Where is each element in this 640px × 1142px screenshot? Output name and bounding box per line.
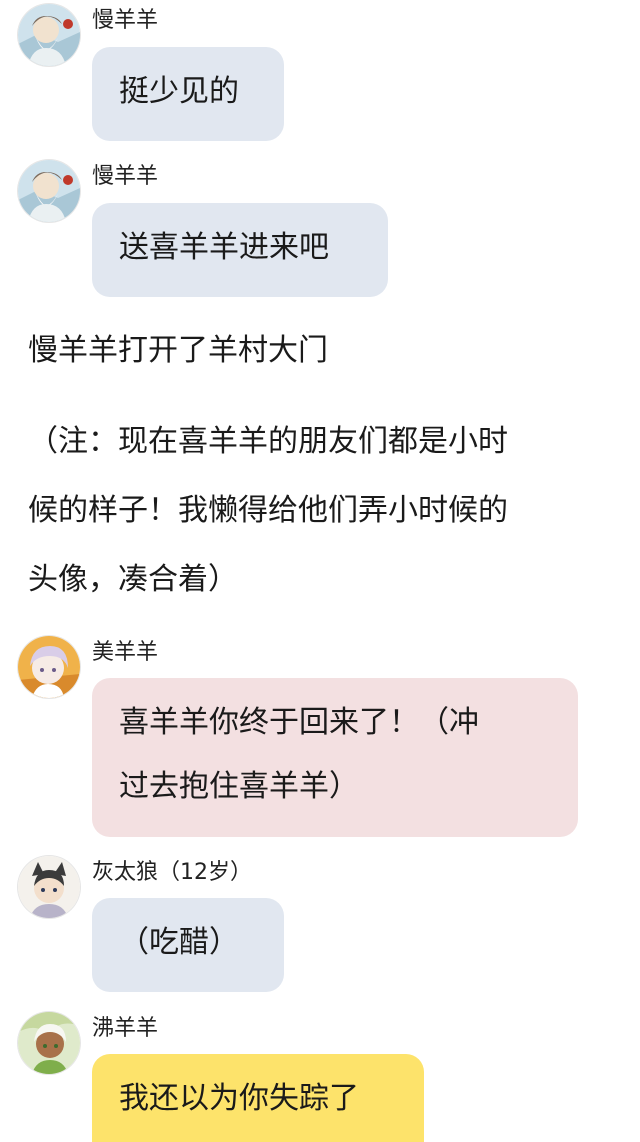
message-bubble[interactable]: 喜羊羊你终于回来了！（冲 过去抱住喜羊羊） xyxy=(92,678,578,837)
avatar-elder-icon[interactable] xyxy=(18,160,80,222)
sender-name: 慢羊羊 xyxy=(92,8,159,33)
sender-name: 灰太狼（12岁） xyxy=(92,860,252,885)
sender-name: 沸羊羊 xyxy=(92,1016,159,1041)
avatar-white-hair-boy-icon[interactable] xyxy=(18,1012,80,1074)
sender-name: 美羊羊 xyxy=(92,640,159,665)
message-line: 喜羊羊你终于回来了！（冲 xyxy=(119,705,479,740)
avatar-cat-ear-boy-icon[interactable] xyxy=(18,856,80,918)
narration-note-line-1: （注：现在喜羊羊的朋友们都是小时 xyxy=(28,424,508,459)
narration-line: 慢羊羊打开了羊村大门 xyxy=(28,333,328,368)
avatar-elder-icon[interactable] xyxy=(18,4,80,66)
message-bubble[interactable]: 我还以为你失踪了 xyxy=(92,1054,424,1142)
message-bubble[interactable]: 送喜羊羊进来吧 xyxy=(92,203,388,297)
sender-name: 慢羊羊 xyxy=(92,164,159,189)
message-bubble[interactable]: 挺少见的 xyxy=(92,47,284,141)
message-bubble[interactable]: （吃醋） xyxy=(92,898,284,992)
avatar-pink-hair-girl-icon[interactable] xyxy=(18,636,80,698)
message-line: 过去抱住喜羊羊） xyxy=(119,769,359,804)
narration-note-line-2: 候的样子！我懒得给他们弄小时候的 xyxy=(28,493,508,528)
narration-note-line-3: 头像，凑合着） xyxy=(28,562,238,597)
